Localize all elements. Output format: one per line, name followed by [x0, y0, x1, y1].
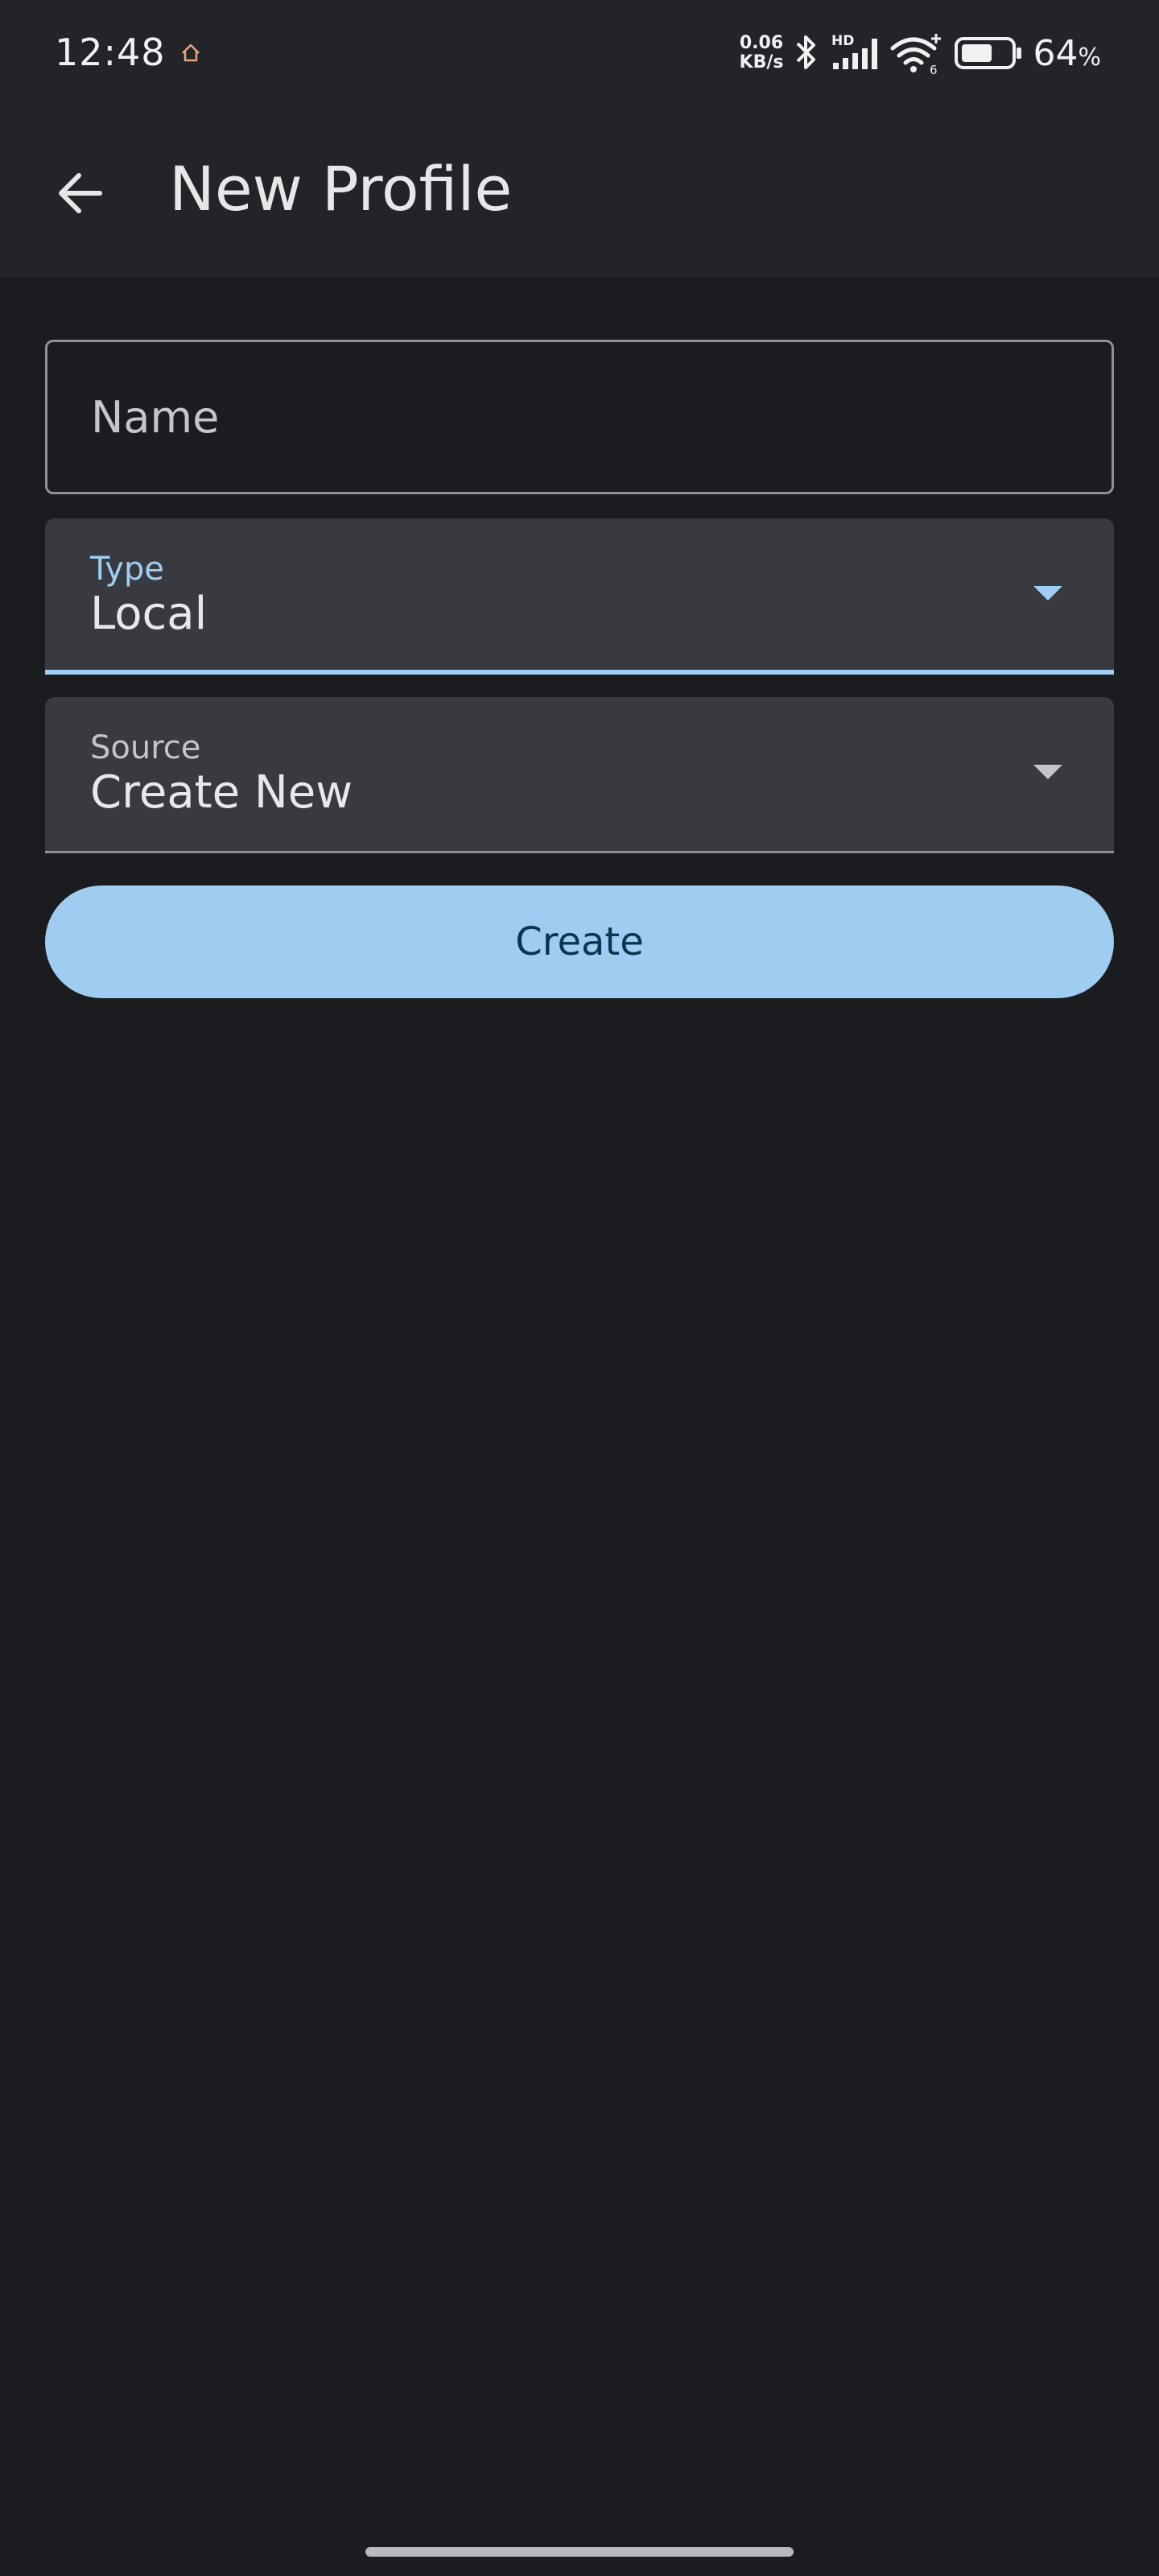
arrow-back-icon	[59, 173, 102, 213]
type-dropdown[interactable]: Type Local	[45, 518, 1114, 675]
name-field[interactable]	[45, 340, 1114, 494]
type-label: Type	[90, 551, 164, 588]
status-bar: 12:48 0.06 KB/s HD 6 64%	[0, 0, 1159, 106]
source-value: Create New	[90, 766, 353, 819]
battery-percent-value: 64	[1033, 32, 1079, 74]
battery-icon	[955, 37, 1022, 69]
network-badge: HD	[831, 33, 854, 49]
source-label: Source	[90, 729, 201, 766]
type-value: Local	[90, 588, 208, 640]
status-indicators: 0.06 KB/s HD 6 64%	[740, 31, 1101, 76]
network-speed-unit: KB/s	[739, 52, 784, 72]
network-speed: 0.06 KB/s	[740, 34, 784, 72]
name-input[interactable]	[47, 342, 1112, 492]
home-indicator[interactable]	[365, 2547, 794, 2557]
bluetooth-icon	[797, 35, 816, 69]
signal-icon: HD	[831, 33, 878, 69]
battery-percent: 64%	[1033, 33, 1101, 74]
back-button[interactable]	[42, 155, 119, 232]
create-button[interactable]: Create	[45, 886, 1114, 998]
app-bar: New Profile	[0, 106, 1159, 277]
home-icon	[182, 43, 200, 62]
battery-level	[962, 44, 992, 62]
page-title: New Profile	[169, 153, 513, 225]
status-time: 12:48	[55, 31, 166, 74]
dropdown-arrow-icon	[1033, 765, 1062, 779]
dropdown-arrow-icon	[1033, 586, 1062, 601]
source-dropdown[interactable]: Source Create New	[45, 697, 1114, 853]
wifi-icon: 6	[890, 34, 942, 76]
network-speed-value: 0.06	[739, 33, 784, 53]
wifi-badge: 6	[930, 63, 938, 76]
battery-percent-unit: %	[1078, 43, 1101, 72]
